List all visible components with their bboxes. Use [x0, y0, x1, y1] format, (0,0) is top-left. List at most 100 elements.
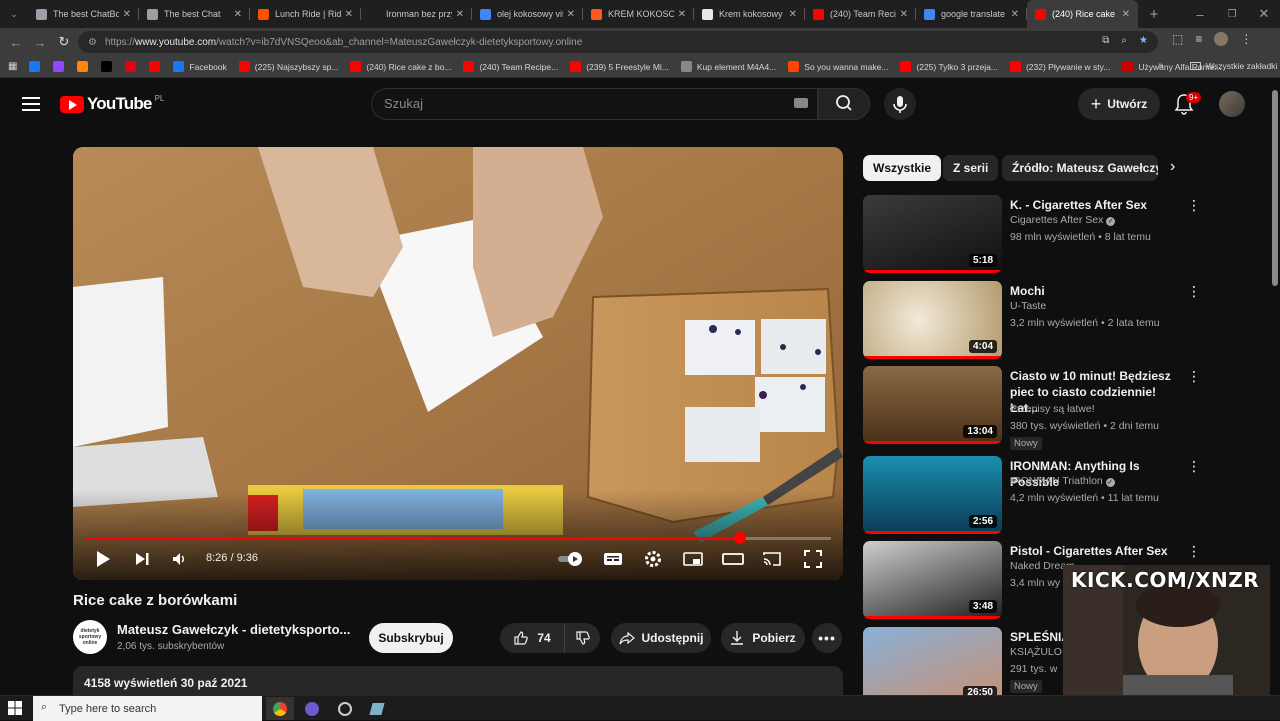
browser-tab[interactable]: olej kokosowy vit ✕ — [472, 0, 583, 28]
tab-close-icon[interactable]: ✕ — [1011, 9, 1019, 20]
bookmark-item[interactable] — [29, 61, 45, 72]
more-vertical-icon[interactable]: ⋮ — [1187, 283, 1201, 300]
video-player[interactable]: 8:26 / 9:36 — [73, 147, 843, 580]
extensions-icon[interactable]: ⬚ — [1172, 32, 1183, 46]
search-input[interactable]: Szukaj — [371, 88, 818, 120]
browser-tab[interactable]: (240) Team Recip ✕ — [805, 0, 916, 28]
taskbar-app-icon[interactable] — [298, 697, 326, 720]
recommended-channel[interactable]: KSIĄŻULO — [1010, 646, 1062, 658]
tab-close-icon[interactable]: ✕ — [678, 9, 686, 20]
bookmark-item[interactable] — [149, 61, 165, 72]
bookmark-item[interactable]: Kup element M4A4... — [680, 61, 776, 72]
play-button[interactable] — [91, 547, 115, 571]
url-input[interactable]: ⚙ https://www.youtube.com/watch?v=ib7dVN… — [78, 31, 1158, 53]
bookmark-item[interactable] — [101, 61, 117, 72]
like-button[interactable]: 74 — [500, 623, 564, 653]
video-thumbnail[interactable]: 4:04 — [863, 281, 1002, 359]
account-avatar[interactable] — [1219, 91, 1245, 117]
more-vertical-icon[interactable]: ⋮ — [1187, 197, 1201, 214]
recommended-video[interactable]: 13:04 Ciasto w 10 minut! Będziesz piec to… — [863, 366, 1203, 450]
recommended-video[interactable]: 2:56 IRONMAN: Anything Is Possible IRONMAN… — [863, 456, 1203, 536]
next-button[interactable] — [130, 547, 154, 571]
chip-all[interactable]: Wszystkie — [863, 155, 942, 181]
miniplayer-button[interactable] — [681, 547, 705, 571]
restore-icon[interactable]: ❐ — [1216, 2, 1248, 26]
media-control-icon[interactable]: ≡ — [1195, 32, 1202, 46]
video-thumbnail[interactable]: 2:56 — [863, 456, 1002, 534]
video-thumbnail[interactable]: 26:50 — [863, 627, 1002, 705]
bookmark-item[interactable] — [53, 61, 69, 72]
tab-close-icon[interactable]: ✕ — [900, 9, 908, 20]
install-icon[interactable]: ⧉ — [1102, 35, 1109, 46]
taskbar-app2-icon[interactable] — [331, 697, 359, 720]
chip-series[interactable]: Z serii — [943, 155, 999, 181]
reload-icon[interactable]: ↻ — [52, 30, 76, 54]
bookmark-item[interactable]: (240) Rice cake z bo... — [350, 61, 451, 72]
zoom-icon[interactable]: ⌕ — [1121, 35, 1127, 46]
scrollbar-thumb[interactable] — [1272, 90, 1278, 286]
video-thumbnail[interactable]: 13:04 — [863, 366, 1002, 444]
recommended-video[interactable]: 4:04 Mochi U-Taste 3,2 mln wyświetleń • 2 l… — [863, 281, 1203, 361]
hamburger-menu-icon[interactable] — [20, 93, 42, 115]
more-actions-button[interactable]: ••• — [812, 623, 842, 653]
recommended-title[interactable]: K. - Cigarettes After Sex — [1010, 197, 1180, 213]
bookmark-star-icon[interactable]: ★ — [1139, 35, 1148, 46]
tab-close-icon[interactable]: ✕ — [234, 9, 242, 20]
theater-mode-button[interactable] — [721, 547, 745, 571]
close-window-icon[interactable]: ✕ — [1248, 2, 1280, 26]
create-button[interactable]: + Utwórz — [1078, 88, 1160, 120]
forward-icon[interactable]: → — [28, 30, 52, 54]
more-vertical-icon[interactable]: ⋮ — [1187, 368, 1201, 385]
browser-tab[interactable]: Krem kokosowy o ✕ — [694, 0, 805, 28]
chips-next-icon[interactable]: › — [1170, 158, 1175, 176]
windows-start-icon[interactable] — [8, 701, 22, 715]
bookmark-item[interactable]: (239) 5 Freestyle Mi... — [570, 61, 669, 72]
bookmark-item[interactable]: Facebook — [173, 61, 227, 72]
channel-avatar[interactable]: dietetyk sportowy online — [73, 620, 107, 654]
recommended-channel[interactable]: Cigarettes After Sex ✓ — [1010, 214, 1116, 226]
recommended-channel[interactable]: IRONMAN Triathlon ✓ — [1010, 475, 1115, 487]
tab-search-icon[interactable]: ⌄ — [0, 2, 28, 26]
tab-close-icon[interactable]: ✕ — [789, 9, 797, 20]
bookmark-item[interactable]: (232) Pływanie w sty... — [1009, 61, 1110, 72]
more-vertical-icon[interactable]: ⋮ — [1187, 543, 1201, 560]
tab-close-icon[interactable]: ✕ — [1122, 9, 1130, 20]
recommended-channel[interactable]: Przepisy są łatwe! — [1010, 403, 1095, 415]
tab-close-icon[interactable]: ✕ — [123, 9, 131, 20]
browser-tab[interactable]: KREM KOKOSOW ✕ — [583, 0, 694, 28]
minimize-icon[interactable]: – — [1184, 2, 1216, 26]
recommended-video[interactable]: 5:18 K. - Cigarettes After Sex Cigarettes … — [863, 195, 1203, 275]
subscribe-button[interactable]: Subskrybuj — [369, 623, 453, 653]
youtube-logo[interactable]: YouTube PL — [60, 94, 164, 114]
bookmark-item[interactable]: (225) Tylko 3 przeja... — [900, 61, 998, 72]
video-thumbnail[interactable]: 5:18 — [863, 195, 1002, 273]
tab-close-icon[interactable]: ✕ — [345, 9, 353, 20]
channel-name[interactable]: Mateusz Gawełczyk - dietetyksporto... — [117, 622, 350, 637]
settings-button[interactable] — [641, 547, 665, 571]
cast-button[interactable] — [760, 547, 784, 571]
keyboard-icon[interactable] — [794, 98, 808, 108]
bookmark-item[interactable]: (225) Najszybszy sp... — [238, 61, 338, 72]
apps-grid-icon[interactable]: ▦ — [8, 61, 17, 72]
recommended-title[interactable]: Pistol - Cigarettes After Sex — [1010, 543, 1180, 559]
bookmark-item[interactable]: So you wanna make... — [788, 61, 888, 72]
browser-tab[interactable]: The best ChatBot ✕ — [28, 0, 139, 28]
browser-tab[interactable]: google translate ✕ — [916, 0, 1027, 28]
voice-search-button[interactable] — [884, 88, 916, 120]
profile-icon[interactable] — [1214, 32, 1229, 46]
more-bookmarks-icon[interactable]: » — [1158, 60, 1164, 71]
bookmark-item[interactable] — [125, 61, 141, 72]
site-info-icon[interactable]: ⚙ — [88, 37, 97, 48]
browser-tab[interactable]: Ironman bez przy ✕ — [361, 0, 472, 28]
taskbar-app3-icon[interactable] — [363, 697, 391, 720]
browser-tab[interactable]: The best Chat ✕ — [139, 0, 250, 28]
all-bookmarks[interactable]: Wszystkie zakładki — [1190, 61, 1277, 71]
recommended-channel[interactable]: U-Taste — [1010, 300, 1046, 312]
back-icon[interactable]: ← — [4, 30, 28, 54]
progress-bar[interactable] — [85, 532, 831, 544]
more-vertical-icon[interactable]: ⋮ — [1187, 458, 1201, 475]
new-tab-icon[interactable]: + — [1142, 2, 1166, 26]
chip-from-channel[interactable]: Źródło: Mateusz Gawełczyk — [1002, 155, 1158, 181]
search-button[interactable] — [818, 88, 870, 120]
taskbar-chrome-icon[interactable] — [266, 697, 294, 720]
